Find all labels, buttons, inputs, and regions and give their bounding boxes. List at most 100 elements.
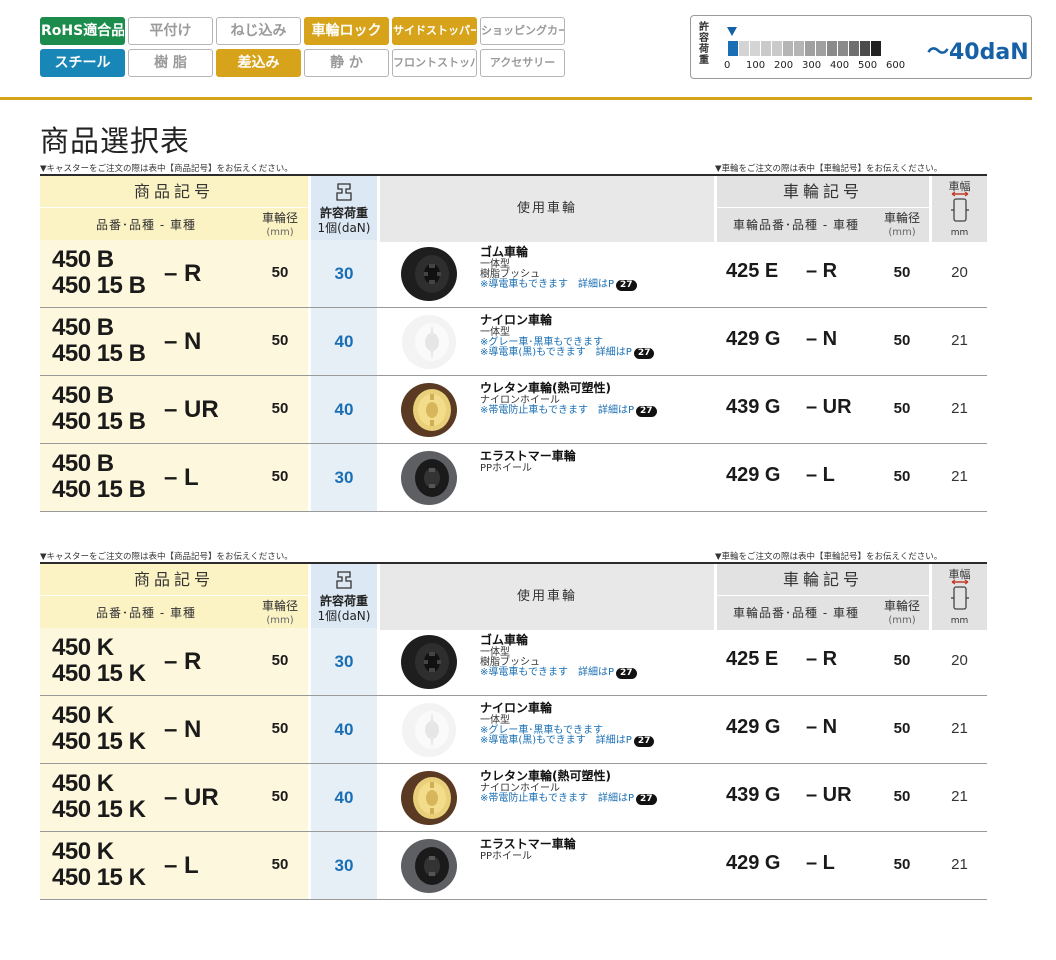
load-scale-bar <box>728 41 881 56</box>
wheel-code-suffix: – R <box>806 260 838 282</box>
wheel-code: 439 G <box>726 396 781 418</box>
page-ref-badge: 27 <box>616 668 637 679</box>
product-code-cell: 450 B 450 15 B – L 50 <box>40 444 308 511</box>
wheel-type-suffix: – UR <box>164 396 219 423</box>
wheel-type-suffix: – N <box>164 716 202 743</box>
nylon-wheel-icon <box>400 702 458 758</box>
wheel-type-suffix: – L <box>164 852 199 879</box>
header-load: 許容荷重 1個(daN) <box>311 176 377 242</box>
header-load: 許容荷重 1個(daN) <box>311 564 377 630</box>
order-notes: ▼キャスターをご注文の際は表中【商品記号】をお伝えください。 ▼車輪をご注文の際は… <box>40 162 987 174</box>
wheel-code-diameter: 50 <box>893 332 911 349</box>
wheel-type-suffix: – UR <box>164 784 219 811</box>
wheel-code: 429 G <box>726 716 781 738</box>
badge-front-stopper: フロントストッパー <box>392 49 477 77</box>
wheel-width: 21 <box>951 856 968 873</box>
urethane-wheel-icon <box>400 382 458 438</box>
wheel-code: 429 G <box>726 328 781 350</box>
badge-accessory: アクセサリー <box>480 49 565 77</box>
wheel-description: ウレタン車輪(熱可塑性) ナイロンホイール ※帯電防止車もできます 詳細はP 27 <box>480 382 710 417</box>
badge-quiet: 静 か <box>304 49 389 77</box>
wheel-width: 21 <box>951 720 968 737</box>
width-icon <box>951 191 969 222</box>
header-diameter: 車輪径 (mm) <box>252 208 308 242</box>
wheel-description: エラストマー車輪 PPホイール <box>480 837 576 862</box>
part-number-alt: 450 15 K <box>52 796 146 823</box>
header-width: 車幅 mm <box>932 176 987 242</box>
header-wheel-used: 使用車輪 <box>380 176 714 242</box>
header-width: 車幅 mm <box>932 564 987 630</box>
part-number: 450 B <box>52 382 114 409</box>
wheel-diameter: 50 <box>271 652 289 669</box>
load-capacity: 40 <box>311 376 377 443</box>
elastomer-wheel-icon <box>400 450 458 506</box>
page-ref-badge: 27 <box>633 348 655 359</box>
wheel-code-suffix: – N <box>806 328 838 350</box>
wheel-code-diameter: 50 <box>893 720 911 737</box>
note-caster: ▼キャスターをご注文の際は表中【商品記号】をお伝えください。 <box>40 552 293 562</box>
wheel-code-suffix: – L <box>806 464 835 486</box>
load-capacity-indicator: 許容荷重 0 100 200 300 400 500 600 〜40daN <box>690 15 1032 79</box>
wheel-description: エラストマー車輪 PPホイール <box>480 449 576 474</box>
badge-steel: スチール <box>40 49 125 77</box>
weight-icon <box>336 571 352 589</box>
wheel-diameter: 50 <box>271 720 289 737</box>
wheel-diameter: 50 <box>271 264 289 281</box>
header-wheel-diameter: 車輪径 (mm) <box>875 596 929 630</box>
part-number-alt: 450 15 B <box>52 272 146 299</box>
table-row: 450 B 450 15 B – R 50 30 ゴム車輪 一体型 樹脂ブッシュ ※導電車もでき… <box>40 240 987 308</box>
rubber-wheel-icon <box>400 246 458 302</box>
load-capacity: 40 <box>311 696 377 763</box>
header-diameter: 車輪径 (mm) <box>252 596 308 630</box>
wheel-code-suffix: – N <box>806 716 838 738</box>
part-number-alt: 450 15 B <box>52 340 146 367</box>
load-indicator-label: 許容荷重 <box>699 22 709 66</box>
note-wheel: ▼車輪をご注文の際は表中【車輪記号】をお伝えください。 <box>715 164 943 174</box>
weight-icon <box>336 183 352 201</box>
wheel-code-suffix: – L <box>806 852 835 874</box>
wheel-type-suffix: – R <box>164 260 202 287</box>
header-product-code: 商品記号 <box>40 564 308 596</box>
wheel-diameter: 50 <box>271 400 289 417</box>
badge-wheel-lock: 車輪ロック <box>304 17 389 45</box>
table-header: 商品記号 品番･品種 - 車種 車輪径 (mm) 許容荷重 1個(daN) 使用車輪 車輪記号… <box>40 174 987 242</box>
header-wheel-diameter: 車輪径 (mm) <box>875 208 929 242</box>
badge-rohs: RoHS適合品 <box>40 17 125 45</box>
product-table: ▼キャスターをご注文の際は表中【商品記号】をお伝えください。 ▼車輪をご注文の際は… <box>40 550 987 900</box>
order-notes: ▼キャスターをご注文の際は表中【商品記号】をお伝えください。 ▼車輪をご注文の際は… <box>40 550 987 562</box>
badge-shopping-cart: ショッピングカート <box>480 17 565 45</box>
wheel-code: 429 G <box>726 852 781 874</box>
note-caster: ▼キャスターをご注文の際は表中【商品記号】をお伝えください。 <box>40 164 293 174</box>
wheel-code-diameter: 50 <box>893 400 911 417</box>
part-number: 450 K <box>52 702 114 729</box>
part-number-alt: 450 15 K <box>52 728 146 755</box>
wheel-width: 21 <box>951 788 968 805</box>
width-icon <box>951 579 969 610</box>
table-row: 450 B 450 15 B – UR 50 40 ウレタン車輪(熱可塑性) ナイロンホイー… <box>40 376 987 444</box>
wheel-code-suffix: – R <box>806 648 838 670</box>
part-number: 450 B <box>52 246 114 273</box>
badge-screw-in: ねじ込み <box>216 17 301 45</box>
urethane-wheel-icon <box>400 770 458 826</box>
nylon-wheel-icon <box>400 314 458 370</box>
wheel-diameter: 50 <box>271 856 289 873</box>
table-row: 450 B 450 15 B – N 50 40 ナイロン車輪 一体型 ※グレー車･黒車もでき… <box>40 308 987 376</box>
load-capacity: 30 <box>311 832 377 899</box>
wheel-width: 21 <box>951 332 968 349</box>
wheel-description: ゴム車輪 一体型 樹脂ブッシュ ※導電車もできます 詳細はP 27 <box>480 246 710 291</box>
wheel-width: 20 <box>951 652 968 669</box>
wheel-code-diameter: 50 <box>893 264 911 281</box>
wheel-code-diameter: 50 <box>893 652 911 669</box>
header-wheel-sub: 車輪品番･品種 - 車種 <box>717 208 875 242</box>
load-capacity: 30 <box>311 628 377 695</box>
wheel-description: ウレタン車輪(熱可塑性) ナイロンホイール ※帯電防止車もできます 詳細はP 27 <box>480 770 710 805</box>
table-row: 450 K 450 15 K – UR 50 40 ウレタン車輪(熱可塑性) ナイロンホイー… <box>40 764 987 832</box>
elastomer-wheel-icon <box>400 838 458 894</box>
badge-resin: 樹 脂 <box>128 49 213 77</box>
header-product-code: 商品記号 <box>40 176 308 208</box>
wheel-code-diameter: 50 <box>893 856 911 873</box>
part-number-alt: 450 15 B <box>52 408 146 435</box>
wheel-code-suffix: – UR <box>806 396 852 418</box>
wheel-code: 425 E <box>726 648 779 670</box>
table-row: 450 B 450 15 B – L 50 30 エラストマー車輪 PPホイール 429 G –… <box>40 444 987 512</box>
